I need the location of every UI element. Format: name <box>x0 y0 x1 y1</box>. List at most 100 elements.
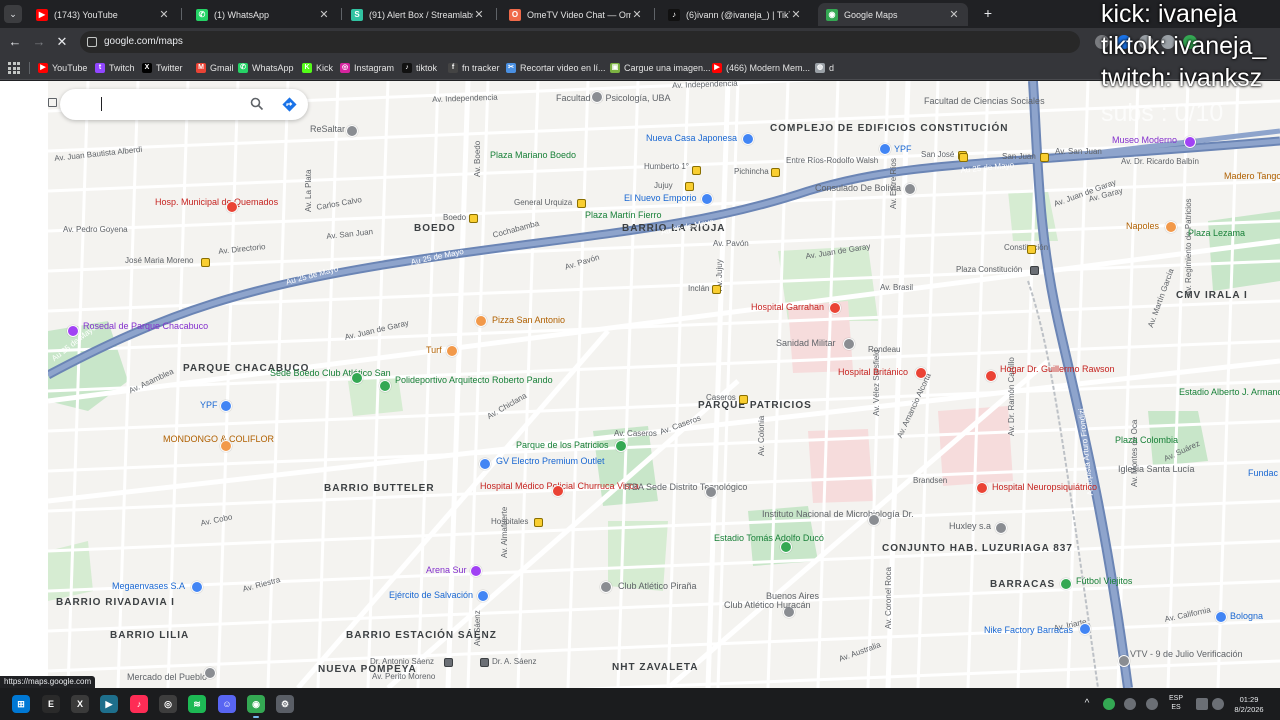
station-marker-icon[interactable] <box>739 395 748 404</box>
tray-chevron-icon[interactable]: ^ <box>1082 698 1092 711</box>
bookmark-instagram[interactable]: ◎ Instagram <box>340 61 394 75</box>
station-marker-icon[interactable] <box>771 168 780 177</box>
bookmark-recortar-video-en-l[interactable]: ✂ Recortar video en lí... <box>506 61 606 75</box>
map-pin-icon[interactable] <box>843 338 855 350</box>
poi-label[interactable]: Fútbol Viejitos <box>1076 577 1132 586</box>
poi-label[interactable]: Mercado del Pueblo <box>127 673 207 682</box>
volume-icon[interactable] <box>1212 698 1224 710</box>
map-pin-icon[interactable] <box>1079 623 1091 635</box>
poi-label[interactable]: Bologna <box>1230 612 1263 621</box>
map-pin-icon[interactable] <box>204 667 216 679</box>
poi-label[interactable]: Hospital Médico Policial Churruca Visca <box>480 482 639 491</box>
poi-label[interactable]: Facultad de Psicología, UBA <box>556 94 671 103</box>
map-pin-icon[interactable] <box>780 541 792 553</box>
poi-label[interactable]: Ejército de Salvación <box>389 591 473 600</box>
forward-arrow-icon[interactable]: → <box>30 33 48 51</box>
search-input[interactable] <box>72 95 252 114</box>
poi-label[interactable]: YPF <box>894 145 912 154</box>
bookmark-kick[interactable]: K Kick <box>302 61 333 75</box>
poi-label[interactable]: Parque de los Patricios <box>516 441 609 450</box>
poi-label[interactable]: Nike Factory Barracas <box>984 626 1073 635</box>
poi-label[interactable]: Nueva Casa Japonesa <box>646 134 737 143</box>
station-marker-icon[interactable] <box>577 199 586 208</box>
bookmark-youtube[interactable]: ▶ YouTube <box>38 61 87 75</box>
map-pin-icon[interactable] <box>742 133 754 145</box>
poi-label[interactable]: Plaza Colombia <box>1115 436 1178 445</box>
bookmark-twitter[interactable]: X Twitter <box>142 61 183 75</box>
map-pin-icon[interactable] <box>191 581 203 593</box>
train-station-icon[interactable] <box>444 658 453 667</box>
map-pin-icon[interactable] <box>67 325 79 337</box>
poi-label[interactable]: Estadio Tomás Adolfo Ducó <box>714 534 824 543</box>
url-text[interactable]: google.com/maps <box>104 36 183 47</box>
system-clock[interactable]: 01:29 8/2/2026 <box>1226 695 1272 715</box>
map-pin-icon[interactable] <box>220 400 232 412</box>
tab-close-icon[interactable]: ✕ <box>158 8 170 21</box>
site-info-icon[interactable] <box>87 37 97 47</box>
map-pin-icon[interactable] <box>705 486 717 498</box>
map-pin-icon[interactable] <box>226 201 238 213</box>
bookmark-whatsapp[interactable]: ✆ WhatsApp <box>238 61 294 75</box>
settings-icon[interactable]: ⚙ <box>276 695 294 713</box>
bookmark-gmail[interactable]: M Gmail <box>196 61 234 75</box>
tab-close-icon[interactable]: ✕ <box>318 8 330 21</box>
tab-close-icon[interactable]: ✕ <box>790 8 802 21</box>
map-pin-icon[interactable] <box>346 125 358 137</box>
bookmark-d[interactable]: ◍ d <box>815 61 834 75</box>
xbox-icon[interactable]: X <box>71 695 89 713</box>
poi-label[interactable]: Plaza Mariano Boedo <box>490 151 576 160</box>
windows-start-icon[interactable]: ⊞ <box>12 695 30 713</box>
poi-label[interactable]: MONDONGO & COLIFLOR <box>163 435 274 444</box>
poi-label[interactable]: YPF <box>200 401 218 410</box>
tray-app-icon[interactable] <box>1103 698 1115 710</box>
poi-label[interactable]: El Nuevo Emporio <box>624 194 697 203</box>
station-marker-icon[interactable] <box>201 258 210 267</box>
map-pin-icon[interactable] <box>1118 655 1130 667</box>
poi-label[interactable]: Hospital Garrahan <box>751 303 824 312</box>
train-station-icon[interactable] <box>480 658 489 667</box>
stop-loading-icon[interactable]: ✕ <box>53 33 71 51</box>
bookmark-tiktok[interactable]: ♪ tiktok <box>402 61 437 75</box>
map-pin-icon[interactable] <box>475 315 487 327</box>
bookmark-twitch[interactable]: t Twitch <box>95 61 135 75</box>
map-pin-icon[interactable] <box>868 514 880 526</box>
poi-label[interactable]: Polideportivo Arquitecto Roberto Pando <box>395 376 553 385</box>
poi-label[interactable]: GV Electro Premium Outlet <box>496 457 605 466</box>
bookmark--466-modern-mem[interactable]: ▶ (466) Modern Mem... <box>712 61 810 75</box>
map-pin-icon[interactable] <box>470 565 482 577</box>
poi-label[interactable]: Rosedal de Parque Chacabuco <box>83 322 208 331</box>
map-pin-icon[interactable] <box>904 183 916 195</box>
epic-games-icon[interactable]: E <box>42 695 60 713</box>
map-pin-icon[interactable] <box>701 193 713 205</box>
maps-search-box[interactable] <box>60 89 308 120</box>
map-pin-icon[interactable] <box>379 380 391 392</box>
map-pin-icon[interactable] <box>879 143 891 155</box>
poi-label[interactable]: ReSaltar <box>310 125 345 134</box>
tab-close-icon[interactable]: ✕ <box>948 8 960 21</box>
station-marker-icon[interactable] <box>692 166 701 175</box>
bookmark-cargue-una-imagen[interactable]: ▣ Cargue una imagen... <box>610 61 711 75</box>
map-pin-icon[interactable] <box>220 440 232 452</box>
train-station-icon[interactable] <box>1030 266 1039 275</box>
search-icon[interactable] <box>250 97 264 111</box>
poi-label[interactable]: Consulado De Bolivia <box>815 184 901 193</box>
station-marker-icon[interactable] <box>1040 153 1049 162</box>
station-marker-icon[interactable] <box>959 153 968 162</box>
map-pin-icon[interactable] <box>591 91 603 103</box>
poi-label[interactable]: Sanidad Militar <box>776 339 836 348</box>
microphone-icon[interactable] <box>1146 698 1158 710</box>
obs-icon[interactable]: ◎ <box>159 695 177 713</box>
browser-tab[interactable]: ✆ (1) WhatsApp ✕ <box>188 3 338 26</box>
map-pin-icon[interactable] <box>479 458 491 470</box>
station-marker-icon[interactable] <box>534 518 543 527</box>
poi-label[interactable]: Iglesia Santa Lucía <box>1118 465 1195 474</box>
back-arrow-icon[interactable]: ← <box>6 33 24 51</box>
poi-label[interactable]: Pizza San Antonio <box>492 316 565 325</box>
map-pin-icon[interactable] <box>615 440 627 452</box>
tab-close-icon[interactable]: ✕ <box>473 8 485 21</box>
poi-label[interactable]: Hospital Británico <box>838 368 908 377</box>
poi-label[interactable]: Megaenvases S.A <box>112 582 185 591</box>
poi-label[interactable]: Estadio Alberto J. Armando <box>1179 388 1280 397</box>
browser-tab[interactable]: ♪ (6)ivann (@ivaneja_) | TikTok✕ <box>660 3 810 26</box>
map-pin-icon[interactable] <box>1215 611 1227 623</box>
